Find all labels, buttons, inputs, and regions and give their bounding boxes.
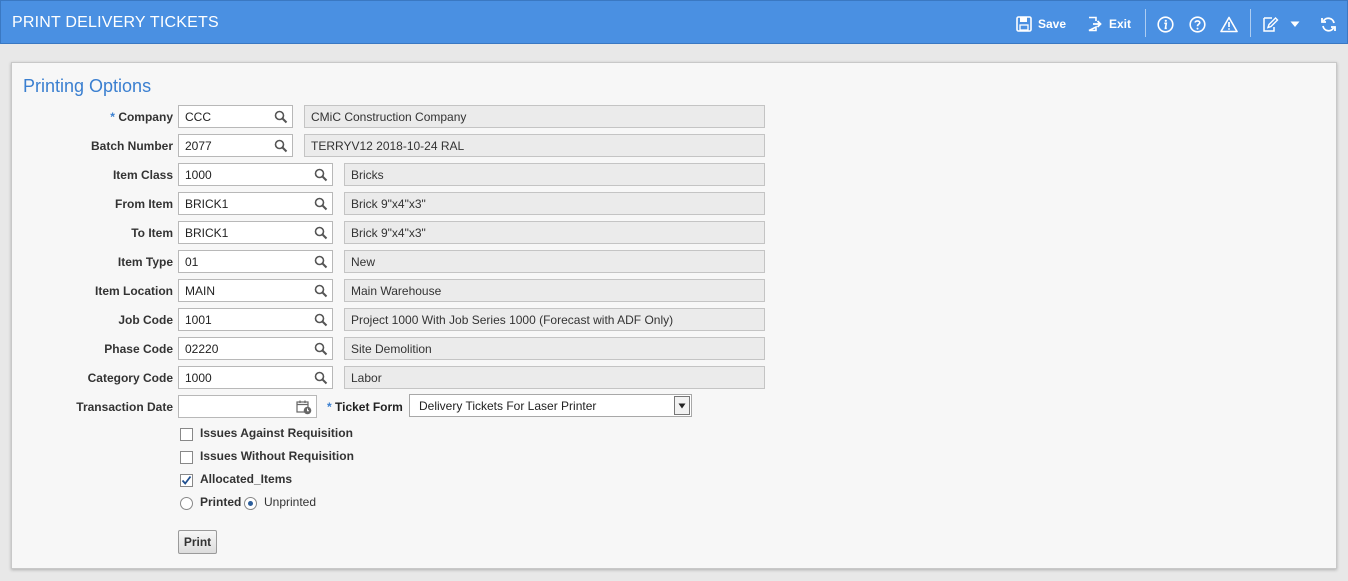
refresh-button[interactable] <box>1320 14 1337 34</box>
batch-number-input[interactable]: 2077 <box>178 134 293 157</box>
search-icon[interactable] <box>274 110 288 124</box>
search-icon[interactable] <box>314 313 328 327</box>
from-item-label: From Item <box>114 197 173 211</box>
allocated-items-label: Allocated_Items <box>200 472 293 486</box>
item-location-description: Main Warehouse <box>344 279 765 302</box>
toolbar-divider <box>1250 9 1251 37</box>
to-item-description: Brick 9"x4"x3" <box>344 221 765 244</box>
from-item-input[interactable]: BRICK1 <box>178 192 333 215</box>
search-icon[interactable] <box>314 371 328 385</box>
warning-button[interactable] <box>1220 14 1238 34</box>
printed-radio[interactable] <box>180 497 193 510</box>
toolbar-divider <box>1145 9 1146 37</box>
printing-options-panel: Printing Options * Company CCC CMiC Cons… <box>11 62 1337 569</box>
item-class-label: Item Class <box>112 168 173 182</box>
transaction-date-label: Transaction Date <box>76 400 173 414</box>
help-icon <box>1189 15 1206 33</box>
search-icon[interactable] <box>314 255 328 269</box>
printed-radio-label: Printed <box>200 495 242 509</box>
item-location-label: Item Location <box>94 284 173 298</box>
category-code-label: Category Code <box>87 371 173 385</box>
batch-number-description: TERRYV12 2018-10-24 RAL <box>304 134 765 157</box>
item-type-input[interactable]: 01 <box>178 250 333 273</box>
edit-menu-button[interactable] <box>1262 14 1300 34</box>
page-title: PRINT DELIVERY TICKETS <box>12 14 219 31</box>
issues-without-requisition-checkbox[interactable] <box>180 451 193 464</box>
transaction-date-input[interactable] <box>178 395 317 418</box>
from-item-description: Brick 9"x4"x3" <box>344 192 765 215</box>
issues-against-requisition-checkbox[interactable] <box>180 428 193 441</box>
company-description: CMiC Construction Company <box>304 105 765 128</box>
exit-button[interactable]: Exit <box>1087 14 1131 34</box>
help-button[interactable] <box>1189 14 1206 34</box>
dropdown-arrow-icon[interactable] <box>674 396 690 415</box>
unprinted-radio[interactable] <box>244 497 257 510</box>
exit-label: Exit <box>1109 17 1132 31</box>
category-code-description: Labor <box>344 366 765 389</box>
save-button[interactable]: Save <box>1016 14 1066 34</box>
item-location-input[interactable]: MAIN <box>178 279 333 302</box>
info-button[interactable] <box>1157 14 1174 34</box>
phase-code-label: Phase Code <box>104 342 173 356</box>
issues-without-requisition-label: Issues Without Requisition <box>200 449 354 463</box>
chevron-down-icon <box>1290 21 1300 27</box>
ticket-form-label: * Ticket Form <box>327 400 403 414</box>
to-item-input[interactable]: BRICK1 <box>178 221 333 244</box>
item-class-description: Bricks <box>344 163 765 186</box>
search-icon[interactable] <box>314 342 328 356</box>
category-code-input[interactable]: 1000 <box>178 366 333 389</box>
item-type-description: New <box>344 250 765 273</box>
title-bar: PRINT DELIVERY TICKETS Save Exit <box>0 0 1348 44</box>
to-item-label: To Item <box>131 226 173 240</box>
job-code-input[interactable]: 1001 <box>178 308 333 331</box>
unprinted-radio-label: Unprinted <box>264 495 317 509</box>
batch-number-label: Batch Number <box>90 139 173 153</box>
calendar-icon[interactable] <box>296 399 312 415</box>
item-type-label: Item Type <box>117 255 173 269</box>
search-icon[interactable] <box>314 197 328 211</box>
save-label: Save <box>1038 17 1067 31</box>
ticket-form-select[interactable]: Delivery Tickets For Laser Printer <box>409 394 692 417</box>
company-label: * Company <box>110 110 173 124</box>
search-icon[interactable] <box>314 226 328 240</box>
issues-against-requisition-label: Issues Against Requisition <box>200 426 353 440</box>
save-icon <box>1016 16 1032 32</box>
phase-code-description: Site Demolition <box>344 337 765 360</box>
search-icon[interactable] <box>314 284 328 298</box>
exit-icon <box>1088 16 1102 32</box>
section-title: Printing Options <box>23 76 152 96</box>
item-class-input[interactable]: 1000 <box>178 163 333 186</box>
checkmark-icon <box>181 475 192 485</box>
info-icon <box>1157 15 1174 33</box>
company-input[interactable]: CCC <box>178 105 293 128</box>
allocated-items-checkbox[interactable] <box>180 474 193 487</box>
phase-code-input[interactable]: 02220 <box>178 337 333 360</box>
search-icon[interactable] <box>314 168 328 182</box>
job-code-label: Job Code <box>118 313 173 327</box>
search-icon[interactable] <box>274 139 288 153</box>
refresh-icon <box>1321 16 1336 32</box>
edit-icon <box>1263 16 1279 32</box>
print-button[interactable]: Print <box>178 530 217 554</box>
warning-icon <box>1220 16 1238 32</box>
job-code-description: Project 1000 With Job Series 1000 (Forec… <box>344 308 765 331</box>
